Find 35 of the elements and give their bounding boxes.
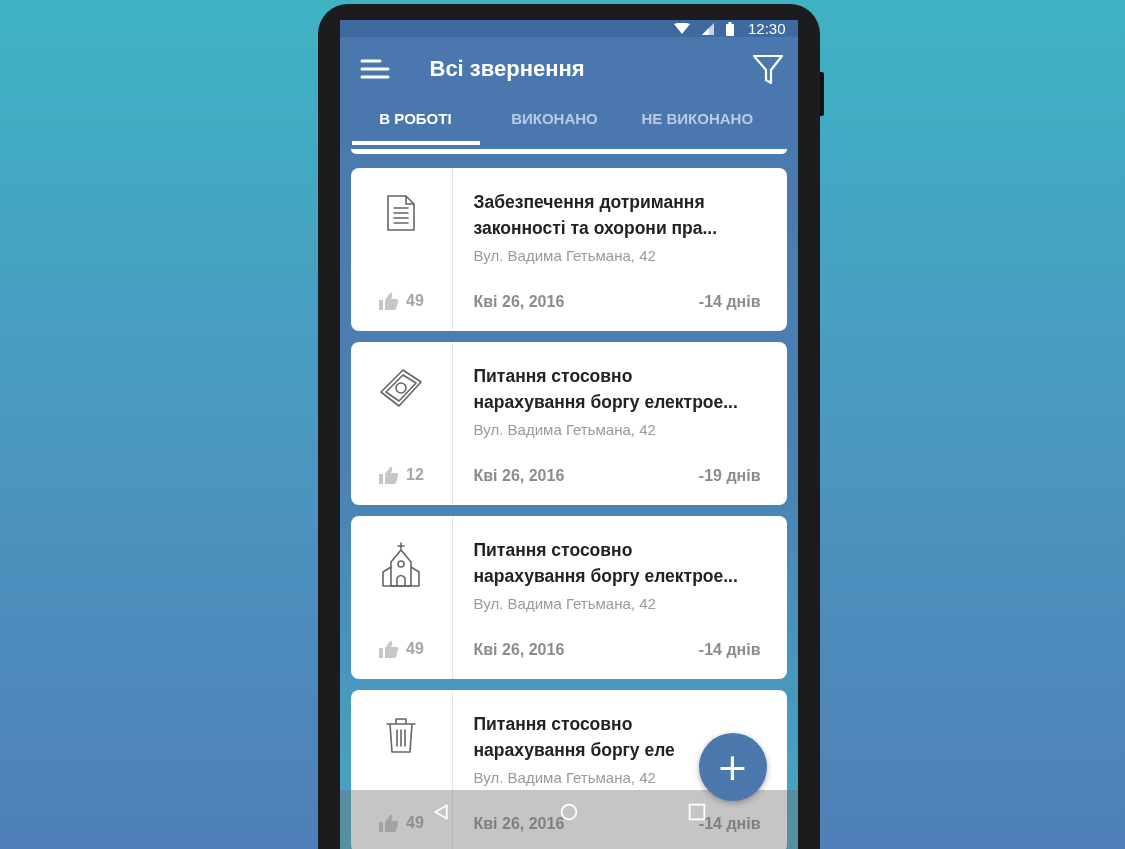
days-left: -14 днів bbox=[698, 293, 761, 311]
thumbs-up-icon bbox=[378, 291, 401, 311]
screen-title: Всі звернення bbox=[429, 56, 586, 82]
filter-icon[interactable] bbox=[751, 53, 784, 85]
menu-icon[interactable] bbox=[359, 59, 390, 79]
like-count: 49 bbox=[406, 640, 424, 658]
card-date: Кві 26, 2016 bbox=[473, 641, 565, 659]
like-count: 49 bbox=[406, 292, 424, 310]
card-date: Кві 26, 2016 bbox=[473, 815, 565, 833]
church-icon bbox=[381, 542, 421, 588]
card-title: Забезпечення дотримання законності та охорони пра... bbox=[473, 191, 719, 240]
wifi-icon bbox=[673, 22, 690, 35]
tab[interactable]: В РОБОТІ bbox=[351, 101, 480, 145]
days-left: -14 днів bbox=[698, 641, 761, 659]
list-card[interactable]: 49 Питання стосовно нарахування боргу електрое... Вул. Вадима Гетьмана, 42 Кві 26, 2016 -14 днів bbox=[350, 516, 787, 679]
card-address: Вул. Вадима Гетьмана, 42 bbox=[473, 247, 657, 264]
card-address: Вул. Вадима Гетьмана, 42 bbox=[473, 595, 657, 612]
thumbs-up-icon bbox=[378, 465, 401, 485]
thumbs-up-icon bbox=[378, 813, 401, 833]
card-title: Питання стосовно нарахування боргу еле bbox=[473, 713, 676, 762]
card-title: Питання стосовно нарахування боргу електрое... bbox=[473, 539, 739, 588]
days-left: -19 днів bbox=[698, 467, 761, 485]
card-address: Вул. Вадима Гетьмана, 42 bbox=[473, 769, 657, 786]
card-title: Питання стосовно нарахування боргу електрое... bbox=[473, 365, 739, 414]
status-time: 12:30 bbox=[747, 20, 786, 37]
like-count: 12 bbox=[406, 466, 424, 484]
thumbs-up-icon bbox=[378, 639, 401, 659]
card-address: Вул. Вадима Гетьмана, 42 bbox=[473, 421, 657, 438]
signal-icon bbox=[701, 22, 714, 35]
card-date: Кві 26, 2016 bbox=[473, 293, 565, 311]
days-left: -14 днів bbox=[698, 815, 761, 833]
list-card[interactable]: 49 Забезпечення дотримання законності та охорони пра... Вул. Вадима Гетьмана, 42 Кві 26, 2016 -14 днів bbox=[350, 168, 787, 331]
card-date: Кві 26, 2016 bbox=[473, 467, 565, 485]
list-card[interactable]: 12 Питання стосовно нарахування боргу електрое... Вул. Вадима Гетьмана, 42 Кві 26, 2016 -19 днів bbox=[350, 342, 787, 505]
battery-icon bbox=[725, 21, 734, 36]
